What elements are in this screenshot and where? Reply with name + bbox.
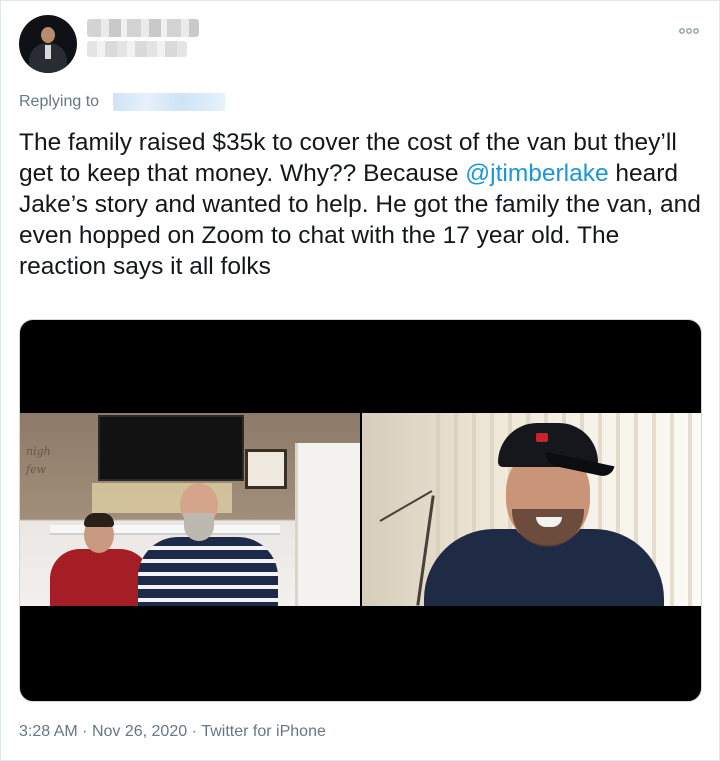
tweet-source[interactable]: Twitter for iPhone	[201, 723, 326, 741]
user-avatar[interactable]	[19, 15, 77, 73]
replying-to-label: Replying to	[19, 93, 100, 110]
wall-decal-line-2: few	[26, 463, 46, 476]
video-media[interactable]: nigh few	[19, 319, 702, 702]
tweet-card: Replying to The family raised $35k to co…	[0, 0, 720, 761]
video-right-pane	[362, 413, 701, 606]
video-left-pane: nigh few	[20, 413, 360, 606]
person-striped-shirt	[132, 483, 282, 606]
person-striped-shirt-body	[138, 537, 278, 606]
username-redacted[interactable]	[87, 41, 187, 57]
cap-logo-shape	[536, 433, 548, 442]
tweet-date[interactable]: Nov 26, 2020	[92, 723, 187, 741]
person-cap	[424, 419, 664, 606]
avatar-shirt-shape	[45, 45, 51, 59]
wall-decal-line-1: nigh	[26, 445, 51, 458]
meta-separator: ·	[82, 723, 88, 740]
wall-decal: nigh few	[26, 443, 51, 479]
tweet-text: The family raised $35k to cover the cost…	[19, 127, 709, 282]
reply-target-redacted[interactable]	[113, 93, 225, 111]
tv-shape	[98, 415, 244, 481]
person-red-shirt-hair	[84, 513, 114, 527]
door-shape	[295, 443, 360, 606]
mention-link[interactable]: @jtimberlake	[465, 160, 608, 187]
avatar-head-shape	[41, 27, 55, 43]
tweet-metadata: 3:28 AM · Nov 26, 2020 · Twitter for iPh…	[19, 723, 326, 741]
display-name-redacted[interactable]	[87, 19, 199, 37]
more-dots-icon[interactable]	[679, 23, 699, 38]
tweet-time[interactable]: 3:28 AM	[19, 723, 78, 741]
meta-separator: ·	[191, 723, 197, 740]
